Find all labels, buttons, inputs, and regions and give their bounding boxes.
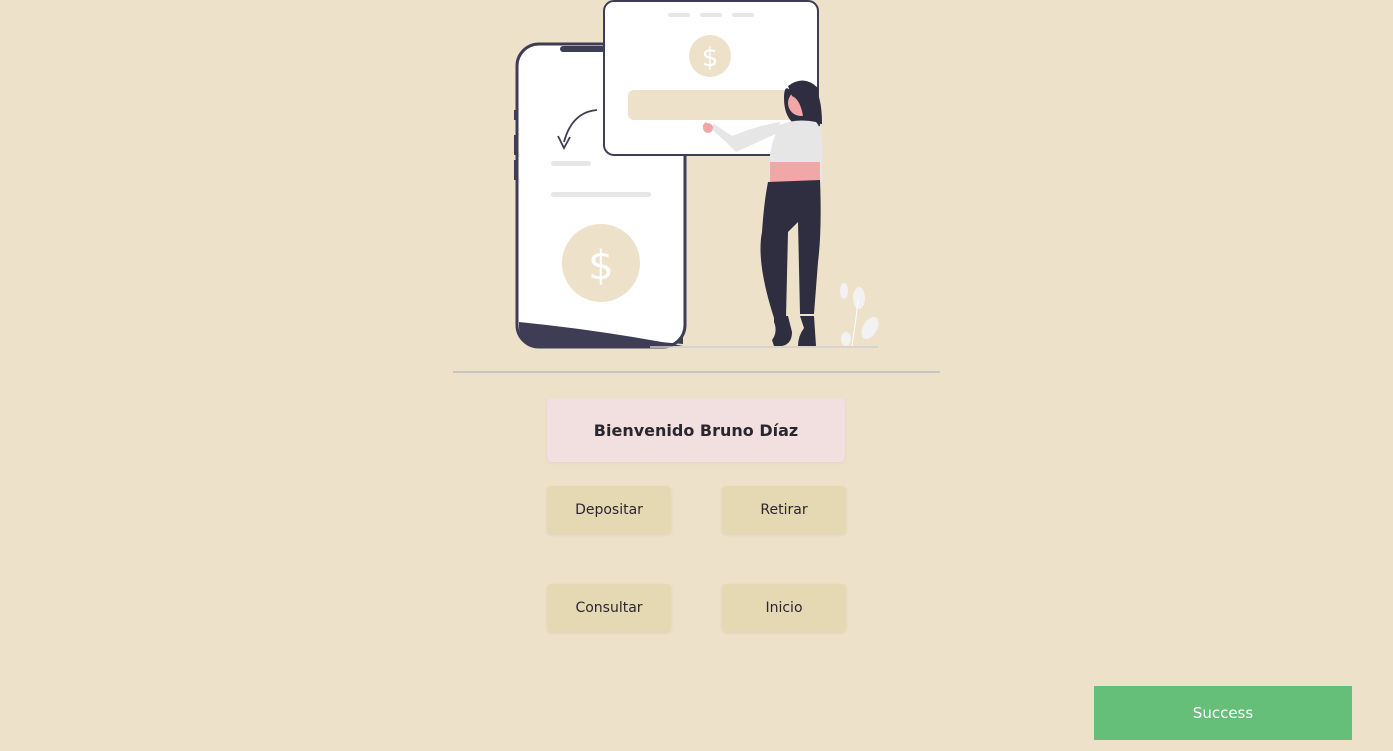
svg-text:$: $ <box>702 43 719 73</box>
banking-illustration: $ $ <box>500 0 890 352</box>
welcome-banner: Bienvenido Bruno Díaz <box>547 398 845 462</box>
home-button[interactable]: Inicio <box>722 584 846 632</box>
withdraw-button-label: Retirar <box>760 502 808 518</box>
deposit-button-label: Depositar <box>575 502 643 518</box>
home-button-label: Inicio <box>765 600 803 616</box>
welcome-text: Bienvenido Bruno Díaz <box>593 420 799 440</box>
withdraw-button[interactable]: Retirar <box>722 486 846 534</box>
consult-button-label: Consultar <box>575 600 643 616</box>
toast-message: Success <box>1192 704 1254 722</box>
success-toast[interactable]: Success <box>1094 686 1352 740</box>
plant-icon <box>840 283 879 347</box>
section-divider <box>453 371 940 373</box>
consult-button[interactable]: Consultar <box>547 584 671 632</box>
deposit-button[interactable]: Depositar <box>547 486 671 534</box>
svg-text:$: $ <box>588 243 613 289</box>
